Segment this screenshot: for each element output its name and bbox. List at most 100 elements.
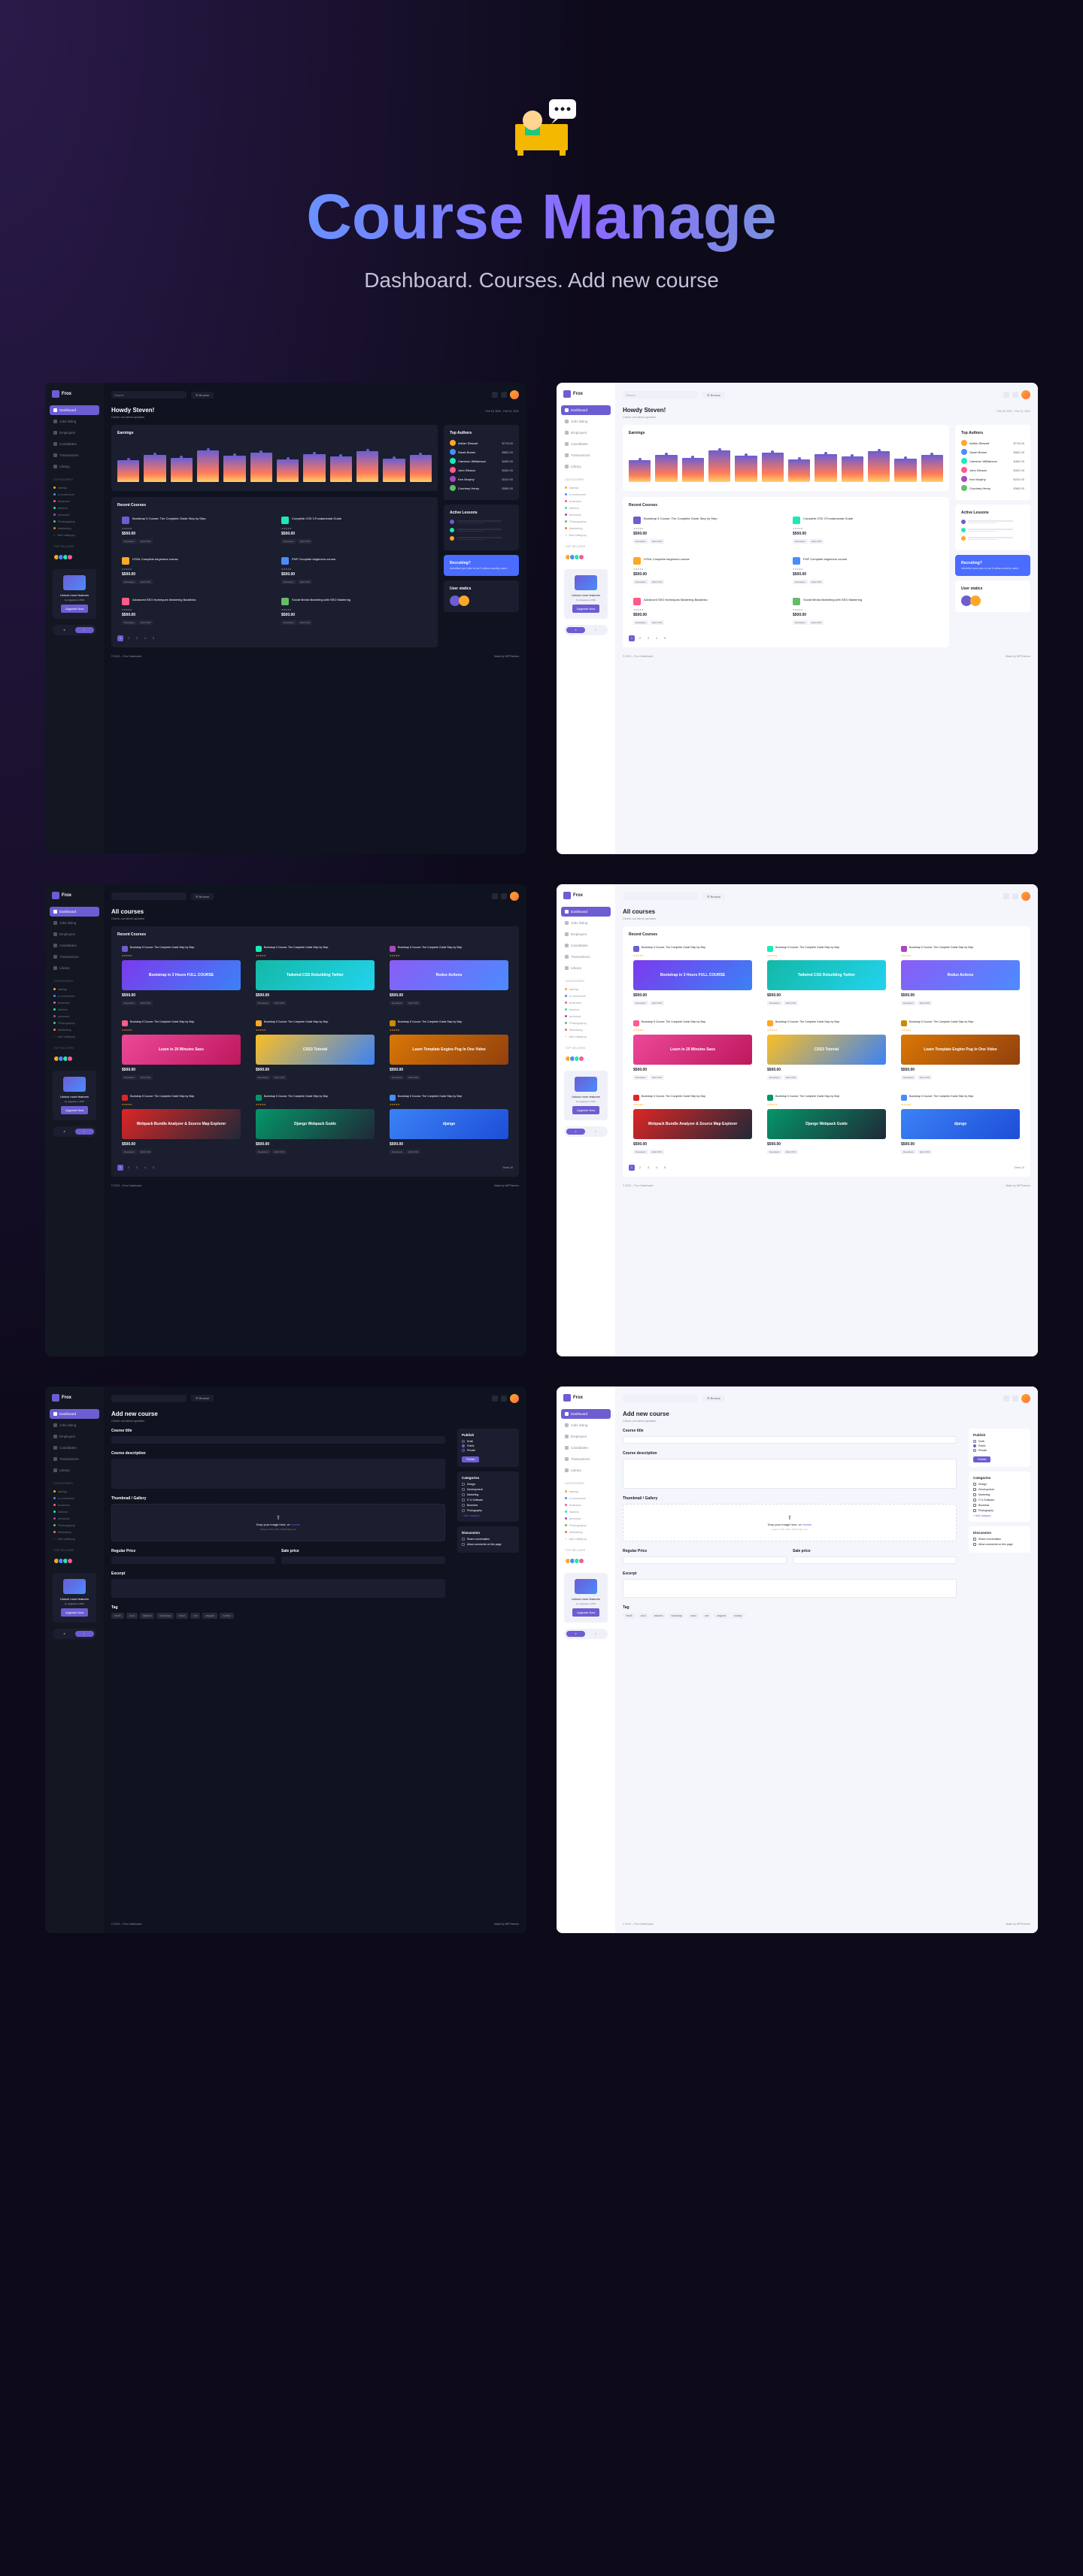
user-avatar[interactable] — [510, 390, 519, 399]
comments-check[interactable]: Allow comments on this page — [462, 1543, 514, 1546]
nav-item[interactable]: Library — [561, 1465, 611, 1475]
add-category-link[interactable]: +Add category — [561, 532, 611, 538]
tag-chip[interactable]: tailwind — [140, 1613, 155, 1619]
page-3[interactable]: 3 — [134, 635, 140, 641]
theme-toggle[interactable]: ☀☾ — [53, 1629, 96, 1639]
search-input[interactable] — [111, 893, 187, 900]
nav-item[interactable]: Candidates — [561, 439, 611, 449]
category-item[interactable]: startup — [561, 1488, 611, 1495]
course-card[interactable]: Bootstrap 5 Course: The Complete Guide S… — [251, 941, 379, 1010]
page-2[interactable]: 2 — [126, 635, 132, 641]
course-card[interactable]: Bootstrap 5 Course: The Complete Guide S… — [629, 1016, 757, 1084]
category-item[interactable]: personal — [561, 1013, 611, 1020]
category-item[interactable]: Photography — [50, 1522, 99, 1529]
category-checkbox[interactable]: Development — [462, 1488, 514, 1491]
nav-item[interactable]: Employers — [561, 929, 611, 939]
status-public[interactable]: Public — [973, 1444, 1026, 1447]
theme-toggle[interactable]: ☀☾ — [564, 1629, 608, 1639]
lesson-row[interactable] — [961, 520, 1024, 524]
thumbnail-dropzone[interactable]: ⬆ Drop your image here, or browse Suppor… — [623, 1504, 957, 1541]
thumbnail-dropzone[interactable]: ⬆ Drop your image here, or browse Suppor… — [111, 1504, 445, 1541]
category-item[interactable]: Photography — [50, 1020, 99, 1026]
author-row[interactable]: Cameron Williamson$480.00 — [450, 458, 513, 464]
lesson-row[interactable] — [961, 536, 1024, 541]
notification-icon[interactable] — [492, 392, 498, 398]
category-item[interactable]: Marketing — [50, 1026, 99, 1033]
nav-item[interactable]: Transactions — [50, 450, 99, 460]
share-check[interactable]: Share conversation — [973, 1538, 1026, 1541]
tag-chip[interactable]: css3 — [126, 1613, 138, 1619]
nav-item[interactable]: Employers — [561, 1432, 611, 1441]
date-range[interactable]: Feb 15, 2021 - Feb 21, 2021 — [486, 410, 519, 413]
category-checkbox[interactable]: Business — [973, 1504, 1026, 1507]
dark-mode-option[interactable]: ☾ — [587, 627, 605, 633]
lesson-row[interactable] — [450, 520, 513, 524]
category-item[interactable]: business — [561, 999, 611, 1006]
page-4[interactable]: 4 — [142, 635, 148, 641]
upgrade-button[interactable]: Upgrade Now — [61, 1106, 88, 1114]
category-checkbox[interactable]: Marketing — [462, 1493, 514, 1496]
nav-item[interactable]: Employers — [561, 428, 611, 438]
category-item[interactable]: business — [561, 1502, 611, 1508]
course-card[interactable]: Bootstrap 5 Course: The Complete Guide S… — [117, 941, 245, 1010]
nav-item[interactable]: Employers — [50, 929, 99, 939]
tag-chip[interactable]: nodejs — [220, 1613, 233, 1619]
author-row[interactable]: Courtney Henry$380.00 — [961, 485, 1024, 491]
nav-item[interactable]: Dashboard — [50, 405, 99, 415]
course-card[interactable]: Bootstrap 5 Course: The Complete Guide S… — [385, 1016, 513, 1084]
course-card[interactable]: Bootstrap 5 Course: The Complete Guide S… — [763, 941, 890, 1010]
author-row[interactable]: Cameron Williamson$480.00 — [961, 458, 1024, 464]
nav-item[interactable]: Transactions — [50, 952, 99, 962]
category-item[interactable]: Marketing — [561, 1529, 611, 1535]
nav-item[interactable]: Jobs listing — [50, 918, 99, 928]
nav-item[interactable]: Library — [561, 462, 611, 471]
nav-item[interactable]: Transactions — [561, 1454, 611, 1464]
add-category-link[interactable]: +Add category — [561, 1033, 611, 1040]
browse-button[interactable]: ☰ Browse — [191, 392, 214, 399]
nav-item[interactable]: Jobs listing — [50, 417, 99, 426]
course-card[interactable]: Bootstrap 5 Course: The Complete Guide S… — [896, 1016, 1024, 1084]
nav-item[interactable]: Transactions — [561, 952, 611, 962]
category-item[interactable]: e-commerce — [561, 1495, 611, 1502]
tag-chip[interactable]: bootstrap — [668, 1613, 685, 1619]
category-item[interactable]: personal — [561, 1515, 611, 1522]
status-private[interactable]: Private — [973, 1449, 1026, 1452]
status-private[interactable]: Private — [462, 1449, 514, 1452]
brand[interactable]: Frox — [50, 892, 99, 899]
nav-item[interactable]: Candidates — [50, 1443, 99, 1453]
course-card[interactable]: PHP Complete beginners course★★★★★$500.0… — [277, 553, 432, 589]
category-item[interactable]: e-commerce — [50, 491, 99, 498]
category-item[interactable]: Marketing — [561, 525, 611, 532]
tag-chip[interactable]: tailwind — [651, 1613, 666, 1619]
sale-price-input[interactable] — [281, 1556, 445, 1564]
lesson-row[interactable] — [961, 528, 1024, 532]
upgrade-button[interactable]: Upgrade Now — [61, 1608, 88, 1617]
nav-item[interactable]: Library — [50, 1465, 99, 1475]
tag-chip[interactable]: react — [176, 1613, 188, 1619]
notification-icon[interactable] — [492, 893, 498, 899]
excerpt-input[interactable] — [623, 1579, 957, 1598]
tag-chip[interactable]: html5 — [111, 1613, 124, 1619]
category-item[interactable]: startup — [50, 986, 99, 993]
category-item[interactable]: personal — [561, 511, 611, 518]
status-public[interactable]: Public — [462, 1444, 514, 1447]
tag-chip[interactable]: bootstrap — [156, 1613, 174, 1619]
nav-item[interactable]: Jobs listing — [50, 1420, 99, 1430]
course-card[interactable]: Bootstrap 5 Course: The Complete Guide S… — [763, 1016, 890, 1084]
nav-item[interactable]: Dashboard — [561, 405, 611, 415]
theme-toggle[interactable]: ☀☾ — [564, 1126, 608, 1137]
category-item[interactable]: fashion — [561, 505, 611, 511]
category-item[interactable]: fashion — [50, 1006, 99, 1013]
course-title-input[interactable] — [111, 1436, 445, 1444]
author-row[interactable]: John Stinson$452.00 — [961, 467, 1024, 473]
category-item[interactable]: Photography — [50, 518, 99, 525]
nav-item[interactable]: Employers — [50, 1432, 99, 1441]
tag-chip[interactable]: vue — [702, 1613, 712, 1619]
publish-button[interactable]: Publish — [462, 1456, 479, 1462]
category-item[interactable]: business — [50, 498, 99, 505]
category-checkbox[interactable]: Marketing — [973, 1493, 1026, 1496]
category-item[interactable]: business — [561, 498, 611, 505]
recruit-card[interactable]: Recruiting? Advertise your jobs to our 5… — [955, 555, 1030, 576]
nav-item[interactable]: Jobs listing — [561, 918, 611, 928]
lesson-row[interactable] — [450, 528, 513, 532]
